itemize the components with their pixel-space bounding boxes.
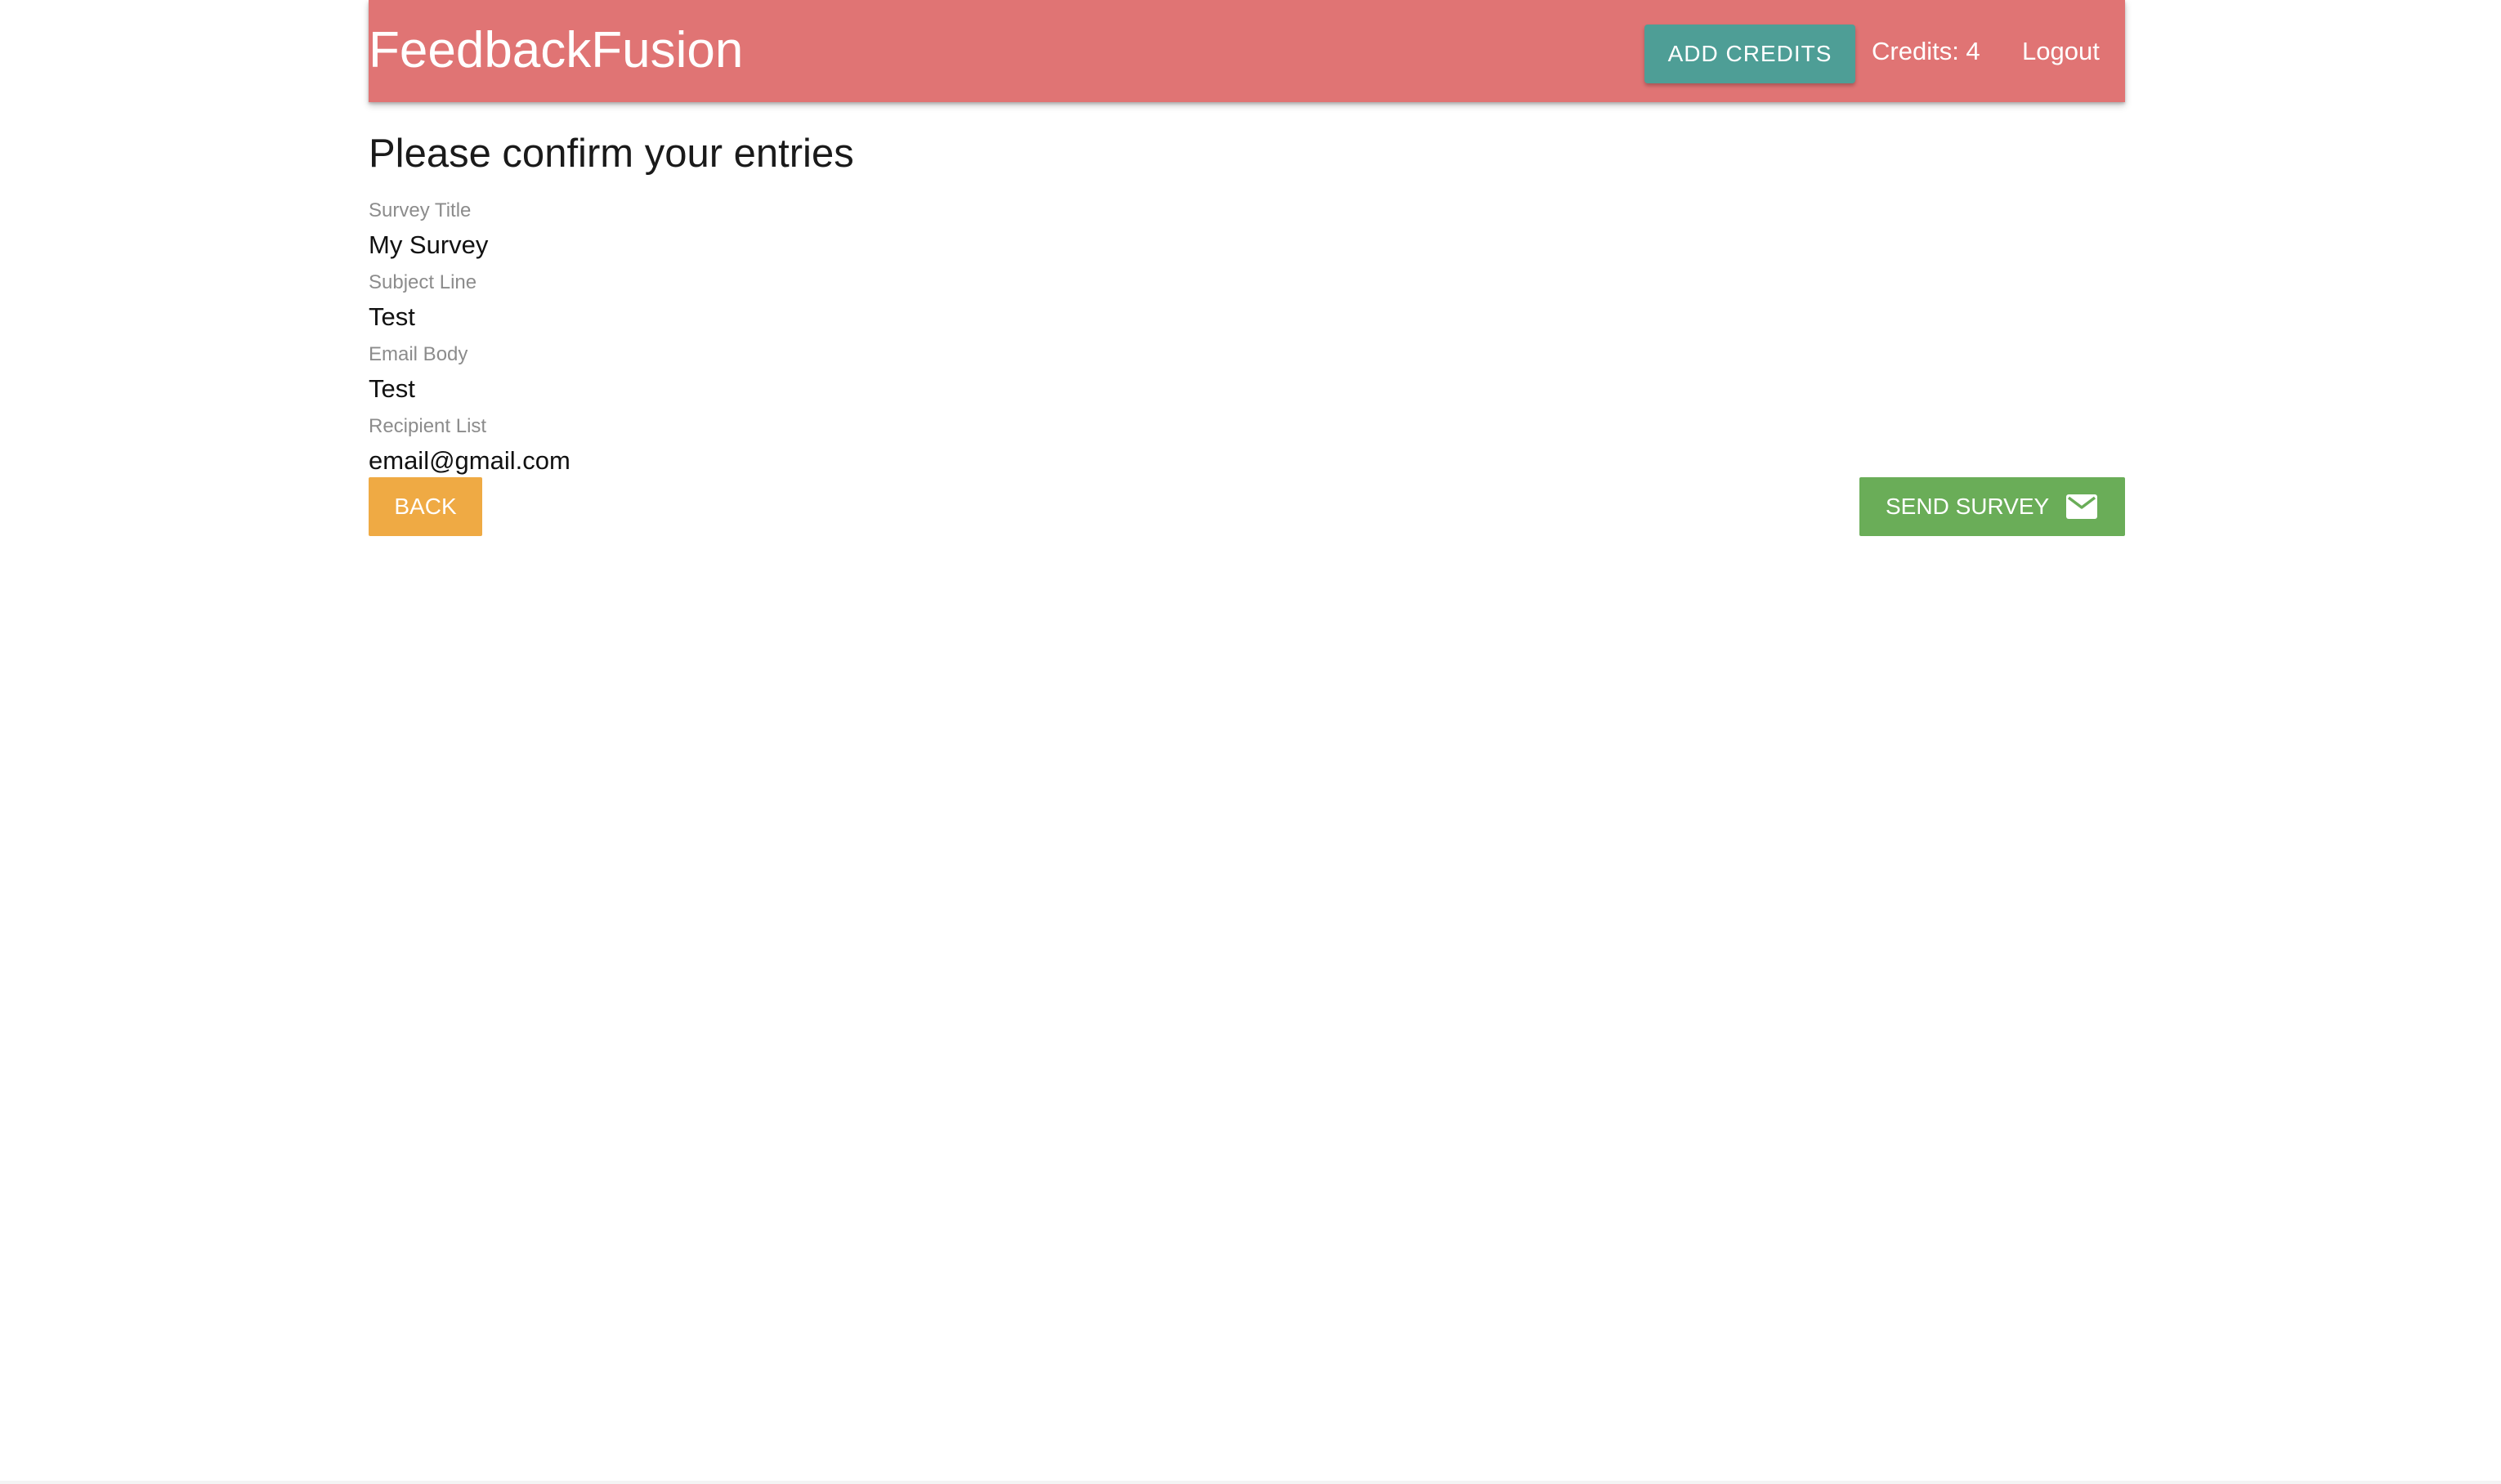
page-container: FeedbackFusion Add Credits Credits: 4 Lo…	[369, 0, 2125, 536]
page-bottom-edge	[0, 1481, 2501, 1484]
credits-count: Credits: 4	[1872, 37, 1980, 65]
brand-logo[interactable]: FeedbackFusion	[369, 18, 743, 83]
field-label: Email Body	[369, 343, 468, 365]
send-survey-button[interactable]: Send Survey	[1859, 477, 2125, 536]
mail-icon	[2066, 494, 2097, 519]
field-value: My Survey	[369, 230, 489, 259]
field-value: email@gmail.com	[369, 446, 570, 475]
field-value: Test	[369, 374, 415, 403]
field-label: Subject Line	[369, 271, 477, 293]
back-button[interactable]: Back	[369, 477, 482, 536]
add-credits-button[interactable]: Add Credits	[1644, 25, 1855, 83]
field-label: Recipient List	[369, 415, 487, 437]
header-navbar: FeedbackFusion Add Credits Credits: 4 Lo…	[369, 0, 2125, 102]
logout-link[interactable]: Logout	[2022, 33, 2100, 70]
field-label: Survey Title	[369, 199, 472, 221]
send-survey-label: Send Survey	[1886, 494, 2050, 519]
page-title: Please confirm your entries	[369, 132, 854, 176]
field-value: Test	[369, 302, 415, 331]
